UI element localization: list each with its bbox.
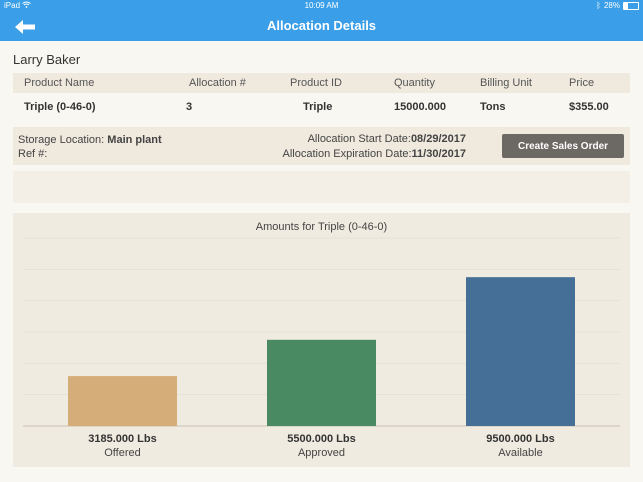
storage-panel: Storage Location: Main plant Ref #: Allo… [13, 127, 630, 165]
expiration-date-label: Allocation Expiration Date: [282, 148, 412, 160]
cell-quantity: 15000.000 [394, 101, 446, 113]
header-billing-unit: Billing Unit [480, 77, 532, 89]
status-time: 10:09 AM [304, 1, 339, 10]
table-row: Triple (0-46-0) 3 Triple 15000.000 Tons … [13, 93, 630, 121]
table-header: Product Name Allocation # Product ID Qua… [13, 73, 630, 93]
chart-bar-approved[interactable] [267, 339, 376, 426]
battery-fill [624, 2, 628, 9]
allocation-start-date: Allocation Start Date:08/29/2017 [308, 133, 466, 145]
allocation-expiration-date: Allocation Expiration Date:11/30/2017 [283, 148, 466, 160]
bar-chart: 3185.000 Lbs Offered 5500.000 Lbs Approved 9… [23, 237, 620, 459]
cell-billing-unit: Tons [480, 101, 506, 113]
page-title: Allocation Details [266, 18, 377, 33]
status-right: ᛒ 28% [596, 1, 639, 10]
chart-bar-offered[interactable] [68, 376, 177, 426]
chart-value-label: 9500.000 Lbs [486, 433, 555, 445]
header-product-id: Product ID [290, 77, 342, 89]
status-bar: iPad 10:09 AM ᛒ 28% [0, 0, 643, 12]
nav-bar: Allocation Details [0, 12, 643, 41]
chart-value-label: 5500.000 Lbs [287, 433, 356, 445]
start-date-value: 08/29/2017 [410, 133, 466, 145]
header-price: Price [569, 77, 595, 89]
chart-bar-available[interactable] [466, 277, 575, 426]
ref-label: Ref #: [18, 148, 48, 160]
chart-category-label: Offered [104, 447, 141, 459]
chart-category-label: Approved [298, 447, 345, 459]
header-product-name: Product Name [24, 77, 95, 89]
bluetooth-icon: ᛒ [596, 1, 601, 10]
battery-icon [623, 1, 639, 10]
chart-panel: Amounts for Triple (0-46-0) 3185.000 Lbs… [13, 213, 630, 467]
create-sales-order-button[interactable]: Create Sales Order [502, 134, 624, 158]
chart-value-label: 3185.000 Lbs [88, 433, 157, 445]
cell-product-id: Triple [303, 101, 333, 113]
cell-allocation-number: 3 [186, 101, 193, 113]
storage-location-value: Main plant [107, 134, 162, 146]
storage-location: Storage Location: Main plant [18, 134, 162, 146]
storage-location-label: Storage Location: [18, 134, 105, 146]
header-quantity: Quantity [394, 77, 435, 89]
customer-name: Larry Baker [13, 52, 81, 67]
cell-product-name: Triple (0-46-0) [24, 101, 96, 113]
start-date-label: Allocation Start Date: [307, 133, 411, 145]
cell-price: $355.00 [569, 101, 609, 113]
chart-category-label: Available [498, 447, 542, 459]
expiration-date-value: 11/30/2017 [411, 148, 466, 160]
battery-percent: 28% [603, 1, 620, 10]
blank-panel [13, 171, 630, 203]
header-allocation-number: Allocation # [189, 77, 246, 89]
